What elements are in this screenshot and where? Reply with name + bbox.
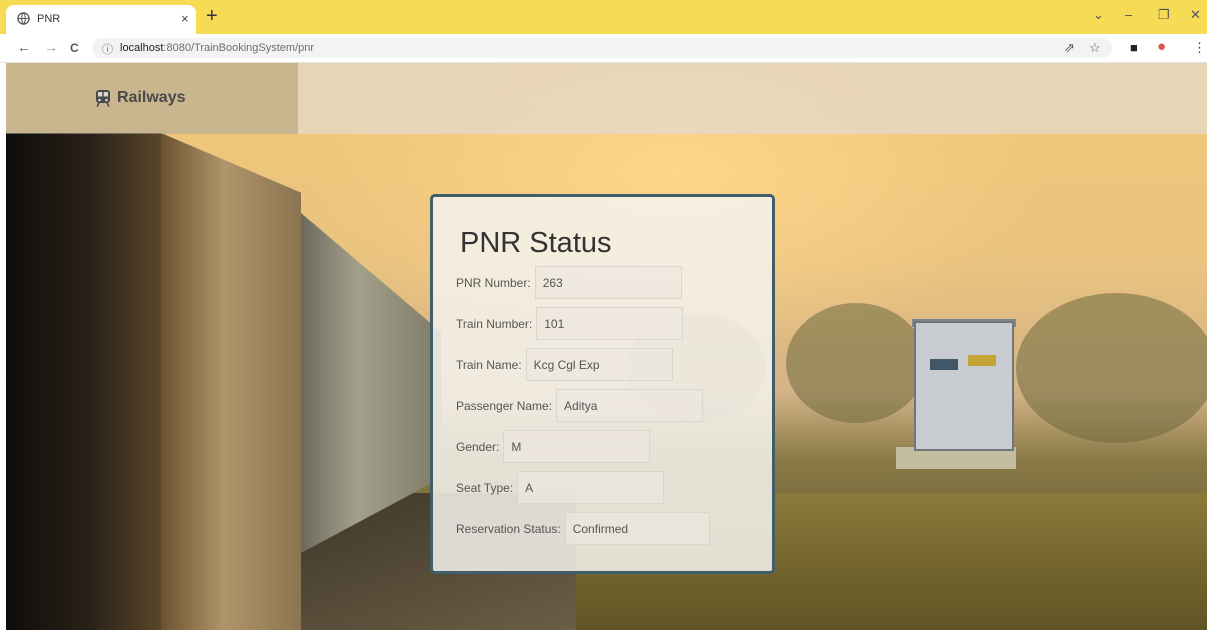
forward-button[interactable]: →: [44, 39, 58, 55]
train-number-input[interactable]: [536, 307, 684, 340]
train-number-field: Train Number:: [456, 307, 684, 340]
globe-icon: [17, 12, 30, 25]
seat-type-field: Seat Type:: [456, 471, 665, 504]
address-bar[interactable]: ⓘ localhost:8080/TrainBookingSystem/pnr: [92, 38, 1112, 58]
tab-search-chevron-icon[interactable]: ⌄: [1093, 7, 1104, 23]
train-name-label: Train Name:: [456, 357, 522, 372]
url-text: localhost:8080/TrainBookingSystem/pnr: [120, 42, 314, 54]
back-button[interactable]: ←: [17, 39, 31, 55]
train-icon: [96, 90, 110, 107]
reload-button[interactable]: C: [70, 41, 79, 55]
background-signal-cabinet: [914, 321, 1014, 451]
close-window-button[interactable]: ✕: [1190, 7, 1201, 23]
background-tree: [786, 303, 926, 423]
train-number-label: Train Number:: [456, 316, 533, 331]
train-name-input[interactable]: [525, 348, 673, 381]
reservation-status-field: Reservation Status:: [456, 512, 710, 545]
train-name-field: Train Name:: [456, 348, 673, 381]
browser-tab[interactable]: PNR ×: [6, 5, 196, 34]
pnr-number-label: PNR Number:: [456, 275, 531, 290]
passenger-name-field: Passenger Name:: [456, 389, 704, 422]
seat-type-label: Seat Type:: [456, 480, 514, 495]
side-panel-icon[interactable]: ■: [1130, 40, 1138, 55]
passenger-name-label: Passenger Name:: [456, 398, 553, 413]
share-icon[interactable]: ⇗: [1064, 40, 1075, 56]
browser-toolbar: ← → C ⓘ localhost:8080/TrainBookingSyste…: [0, 34, 1207, 63]
gender-field: Gender:: [456, 430, 651, 463]
brand-logo[interactable]: Railways: [94, 89, 185, 107]
background-cabinet-label: [968, 355, 996, 366]
gender-label: Gender:: [456, 439, 500, 454]
page-viewport: Railways PNR Status PNR Number: Train Nu…: [6, 63, 1207, 630]
tab-title: PNR: [37, 13, 61, 25]
passenger-name-input[interactable]: [556, 389, 704, 422]
new-tab-button[interactable]: +: [206, 5, 218, 27]
background-train-side: [161, 133, 301, 630]
site-info-icon[interactable]: ⓘ: [102, 41, 113, 57]
background-tree: [1016, 293, 1207, 443]
gender-input[interactable]: [503, 430, 651, 463]
pnr-number-input[interactable]: [534, 266, 682, 299]
background-train-foreground: [6, 133, 161, 630]
restore-button[interactable]: ❐: [1158, 7, 1170, 23]
pnr-number-field: PNR Number:: [456, 266, 682, 299]
url-host: localhost: [120, 42, 164, 54]
seat-type-input[interactable]: [517, 471, 665, 504]
pnr-status-card: PNR Status PNR Number: Train Number: Tra…: [430, 194, 775, 574]
tab-close-icon[interactable]: ×: [181, 11, 189, 26]
reservation-status-label: Reservation Status:: [456, 521, 561, 536]
url-path: :8080/TrainBookingSystem/pnr: [163, 42, 315, 54]
browser-tab-bar: PNR × + ⌄ – ❐ ✕: [0, 0, 1207, 34]
site-navbar-right: [298, 63, 1207, 134]
minimize-button[interactable]: –: [1125, 7, 1132, 22]
reservation-status-input[interactable]: [564, 512, 710, 545]
background-cabinet-label: [930, 359, 958, 370]
browser-menu-icon[interactable]: ⋮: [1193, 40, 1206, 56]
brand-name: Railways: [117, 89, 186, 106]
profile-avatar-icon[interactable]: ●: [1157, 38, 1166, 55]
bookmark-star-icon[interactable]: ☆: [1089, 40, 1101, 56]
page-title: PNR Status: [460, 227, 612, 259]
